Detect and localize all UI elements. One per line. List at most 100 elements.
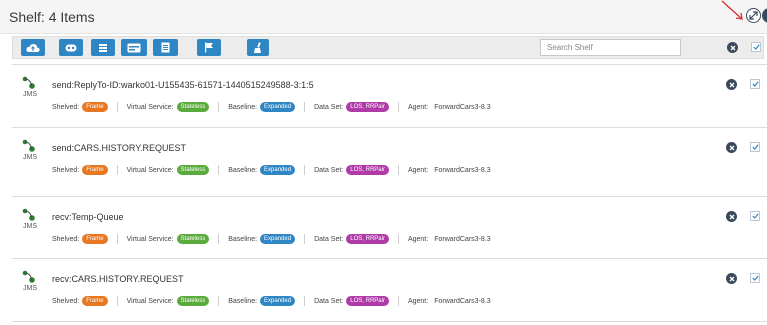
divider <box>304 165 306 175</box>
item-checkbox[interactable] <box>750 142 760 152</box>
jms-protocol-icon <box>22 270 35 283</box>
checkmark-icon <box>751 213 759 219</box>
baseline-badge: Expanded <box>260 296 296 306</box>
virtual-service-badge: Stateless <box>176 165 210 175</box>
divider <box>397 165 399 175</box>
shelved-badge: Frame <box>82 102 108 112</box>
data-set-badge: LOS, RRPair <box>346 296 389 306</box>
divider <box>218 234 220 244</box>
data-set-type: RRPair <box>365 298 385 304</box>
more-options-icon[interactable] <box>762 8 767 23</box>
baseline-label: Baseline: <box>228 103 258 111</box>
protocol-label: JMS <box>23 223 37 230</box>
virtual-service-label: Virtual Service: <box>126 235 174 243</box>
data-set-badge: LOS, RRPair <box>346 165 389 175</box>
expand-icon[interactable] <box>746 8 761 23</box>
remove-item-button[interactable] <box>726 273 737 284</box>
data-set-label: Data Set: <box>314 235 344 243</box>
agent-value: ForwardCars3-8.3 <box>434 103 491 111</box>
baseline-badge: Expanded <box>260 102 296 112</box>
virtual-service-label: Virtual Service: <box>126 297 174 305</box>
jms-protocol-icon <box>22 208 35 221</box>
search-shelf-input[interactable] <box>540 39 681 56</box>
close-icon <box>729 82 734 87</box>
data-set-badge: LOS, RRPair <box>346 102 389 112</box>
list-icon <box>99 43 107 52</box>
agent-label: Agent: <box>407 235 429 243</box>
card-button[interactable] <box>121 39 147 56</box>
operation-name: recv:CARS.HISTORY.REQUEST <box>52 274 184 284</box>
divider <box>116 102 118 112</box>
item-metadata: Shelved: Frame Virtual Service: Stateles… <box>52 234 491 244</box>
baseline-badge: Expanded <box>260 234 296 244</box>
virtual-service-label: Virtual Service: <box>126 166 174 174</box>
remove-item-button[interactable] <box>726 79 737 90</box>
virtual-service-label: Virtual Service: <box>126 103 174 111</box>
clear-all-button[interactable] <box>727 42 738 53</box>
data-set-badge: LOS, RRPair <box>346 234 389 244</box>
item-checkbox[interactable] <box>750 211 760 221</box>
document-button[interactable] <box>153 39 178 56</box>
shelf-item-row[interactable]: JMS send:CARS.HISTORY.REQUEST Shelved: F… <box>12 127 767 190</box>
cloud-upload-button[interactable] <box>21 39 45 56</box>
item-metadata: Shelved: Frame Virtual Service: Stateles… <box>52 165 491 175</box>
checkmark-icon <box>751 275 759 281</box>
shelf-item-row[interactable]: JMS send:ReplyTo-ID:warko01-U155435-6157… <box>12 64 767 127</box>
close-icon <box>730 45 735 50</box>
tag-icon <box>65 44 77 51</box>
brush-button[interactable] <box>247 39 269 56</box>
virtual-service-badge: Stateless <box>176 234 210 244</box>
list-button[interactable] <box>91 39 115 56</box>
close-icon <box>729 145 734 150</box>
agent-label: Agent: <box>407 103 429 111</box>
data-set-type: RRPair <box>365 104 385 110</box>
divider <box>304 296 306 306</box>
divider <box>304 234 306 244</box>
data-set-name: LOS <box>350 104 363 110</box>
operation-name: recv:Temp-Queue <box>52 212 124 222</box>
protocol-label: JMS <box>23 91 37 98</box>
red-arrow-annotation <box>721 0 743 20</box>
item-checkbox[interactable] <box>750 79 760 89</box>
baseline-label: Baseline: <box>228 235 258 243</box>
checkmark-icon <box>752 44 760 50</box>
virtual-service-badge: Stateless <box>176 296 210 306</box>
shelf-title: Shelf: 4 Items <box>9 9 95 25</box>
shelved-badge: Frame <box>82 165 108 175</box>
shelf-header: Shelf: 4 Items <box>0 0 767 34</box>
divider <box>218 165 220 175</box>
data-set-type: RRPair <box>365 236 385 242</box>
remove-item-button[interactable] <box>726 142 737 153</box>
card-icon <box>127 43 141 52</box>
shelved-badge: Frame <box>82 296 108 306</box>
shelf-item-row[interactable]: JMS recv:CARS.HISTORY.REQUEST Shelved: F… <box>12 258 767 322</box>
baseline-label: Baseline: <box>228 297 258 305</box>
flag-button[interactable] <box>197 39 221 56</box>
operation-name: send:CARS.HISTORY.REQUEST <box>52 143 187 153</box>
shelved-label: Shelved: <box>52 235 80 243</box>
item-metadata: Shelved: Frame Virtual Service: Stateles… <box>52 102 491 112</box>
item-checkbox[interactable] <box>750 273 760 283</box>
divider <box>116 165 118 175</box>
divider <box>397 296 399 306</box>
agent-value: ForwardCars3-8.3 <box>434 166 491 174</box>
remove-item-button[interactable] <box>726 211 737 222</box>
agent-value: ForwardCars3-8.3 <box>434 297 491 305</box>
select-all-checkbox[interactable] <box>751 42 761 52</box>
protocol-label: JMS <box>23 154 37 161</box>
shelf-item-row[interactable]: JMS recv:Temp-Queue Shelved: Frame Virtu… <box>12 196 767 259</box>
close-icon <box>729 276 734 281</box>
baseline-badge: Expanded <box>260 165 296 175</box>
shelved-badge: Frame <box>82 234 108 244</box>
data-set-label: Data Set: <box>314 297 344 305</box>
tag-button[interactable] <box>59 39 83 56</box>
protocol-label: JMS <box>23 285 37 292</box>
agent-label: Agent: <box>407 166 429 174</box>
divider <box>116 296 118 306</box>
data-set-label: Data Set: <box>314 166 344 174</box>
divider <box>397 102 399 112</box>
jms-protocol-icon <box>22 139 35 152</box>
document-icon <box>161 42 170 53</box>
divider <box>116 234 118 244</box>
agent-label: Agent: <box>407 297 429 305</box>
